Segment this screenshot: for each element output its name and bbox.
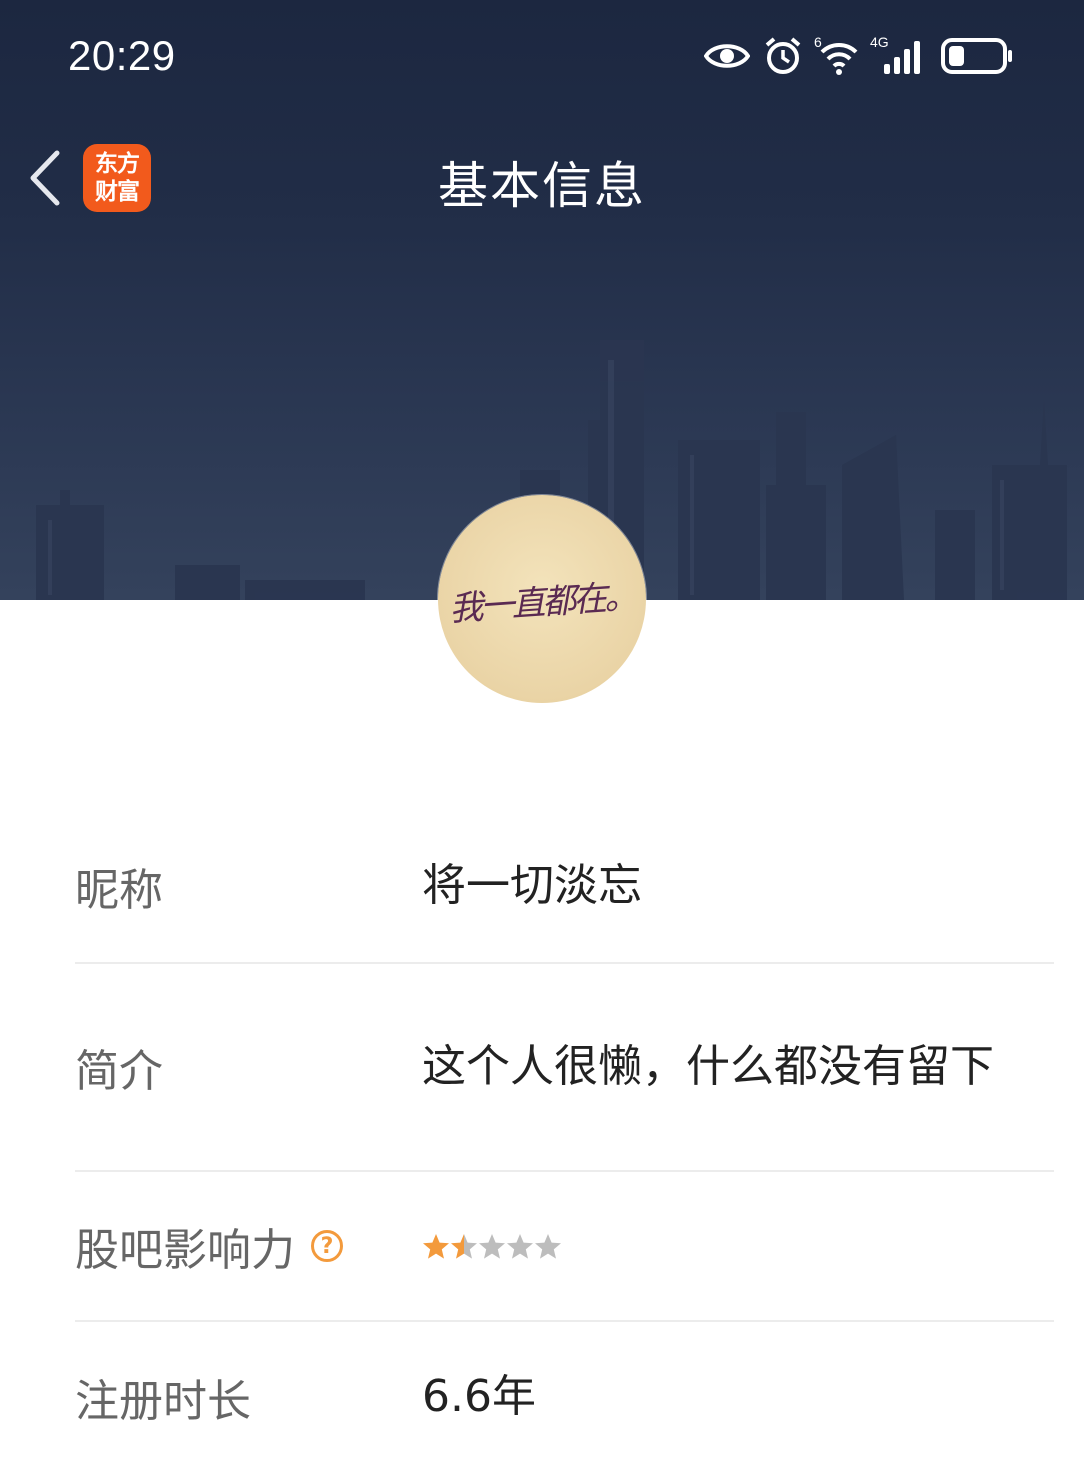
star-icon [535, 1233, 561, 1259]
register-value: 6.6年 [422, 1371, 536, 1422]
info-list: 昵称 将一切淡忘 简介 这个人很懒，什么都没有留下 股吧影响力 ? 注册时长 6… [75, 810, 1054, 1472]
bio-label: 简介 [75, 1046, 163, 1097]
status-icons: 6 4G [704, 34, 1014, 78]
alarm-icon [765, 37, 801, 74]
register-row: 注册时长 6.6年 [75, 1322, 1054, 1472]
profile-info-screen: 20:29 6 4G 东方 财富 基本信息 我一直都在。 昵称 将一切淡忘 简介… [0, 0, 1084, 1482]
register-label: 注册时长 [75, 1376, 251, 1427]
eye-icon [704, 44, 750, 68]
influence-label: 股吧影响力 [75, 1225, 295, 1276]
bio-value: 这个人很懒，什么都没有留下 [422, 1041, 994, 1092]
nickname-row: 昵称 将一切淡忘 [75, 810, 1054, 964]
star-icon [423, 1233, 449, 1259]
nickname-value: 将一切淡忘 [422, 860, 642, 911]
wifi-label: 6 [814, 34, 822, 50]
wifi-icon: 6 [814, 34, 862, 76]
influence-label-wrap: 股吧影响力 ? [75, 1172, 422, 1320]
influence-row: 股吧影响力 ? [75, 1172, 1054, 1322]
avatar[interactable]: 我一直都在。 [438, 495, 646, 703]
star-icon [507, 1233, 533, 1259]
nickname-label: 昵称 [75, 865, 163, 916]
status-time: 20:29 [68, 32, 176, 79]
cellular-4g-icon: 4G [870, 34, 926, 76]
battery-icon [941, 38, 1012, 74]
star-icon [479, 1233, 505, 1259]
bio-row: 简介 这个人很懒，什么都没有留下 [75, 964, 1054, 1172]
page-title: 基本信息 [438, 157, 646, 215]
influence-rating [422, 1172, 1054, 1320]
star-rating [422, 1233, 562, 1260]
cellular-label: 4G [870, 34, 889, 50]
star-icon [451, 1233, 477, 1259]
question-circle-icon[interactable]: ? [311, 1230, 343, 1262]
avatar-text: 我一直都在。 [448, 576, 637, 629]
